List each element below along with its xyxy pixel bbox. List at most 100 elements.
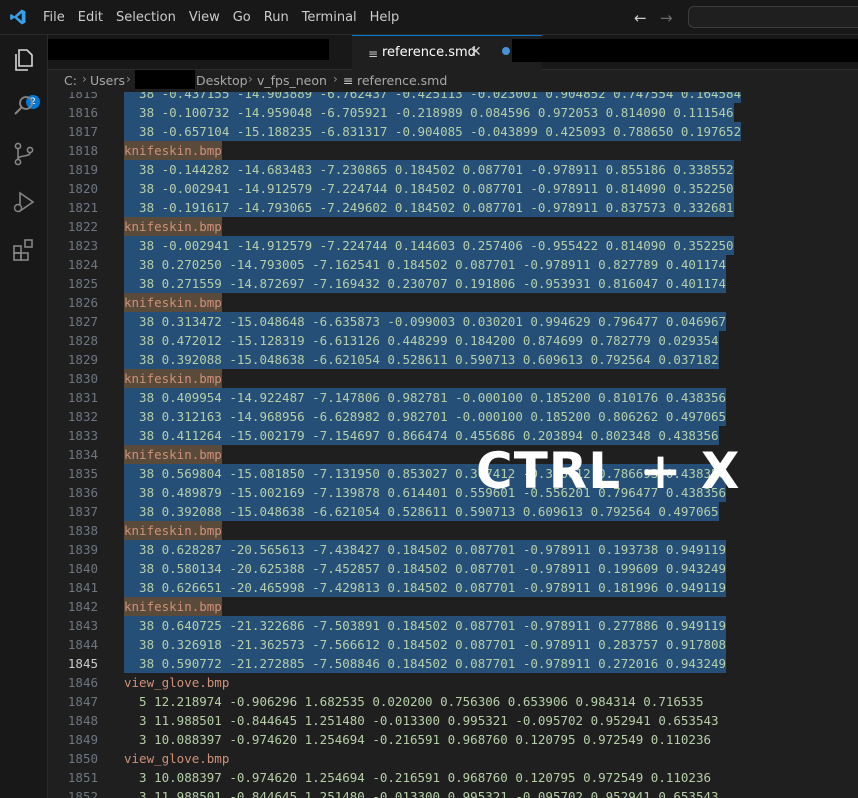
code-line[interactable]: 1850 view_glove.bmp	[48, 749, 858, 768]
code-line[interactable]: 1815 38 -0.437155 -14.903889 -6.762437 -…	[48, 92, 858, 103]
code-line[interactable]: 1823 38 -0.002941 -14.912579 -7.224744 0…	[48, 236, 858, 255]
code-text: 38 -0.144282 -14.683483 -7.230865 0.1845…	[124, 160, 734, 179]
source-control-icon[interactable]	[11, 141, 37, 167]
command-center-search[interactable]	[688, 6, 858, 28]
vscode-logo-icon	[10, 9, 26, 25]
menu-help[interactable]: Help	[370, 10, 400, 25]
back-arrow-icon[interactable]: ←	[634, 9, 647, 27]
breadcrumb-file[interactable]: reference.smd	[357, 73, 447, 88]
line-number: 1850	[67, 751, 98, 766]
code-line[interactable]: 1827 38 0.313472 -15.048648 -6.635873 -0…	[48, 312, 858, 331]
code-line[interactable]: 1820 38 -0.002941 -14.912579 -7.224744 0…	[48, 179, 858, 198]
code-text: 38 0.628287 -20.565613 -7.438427 0.18450…	[124, 540, 727, 559]
line-number: 1835	[67, 466, 98, 481]
code-line[interactable]: 1840 38 0.580134 -20.625388 -7.452857 0.…	[48, 559, 858, 578]
line-number: 1830	[67, 371, 98, 386]
code-line[interactable]: 1843 38 0.640725 -21.322686 -7.503891 0.…	[48, 616, 858, 635]
search-icon[interactable]	[11, 93, 37, 119]
code-text: view_glove.bmp	[124, 675, 230, 690]
line-number: 1832	[67, 409, 98, 424]
run-debug-icon[interactable]	[11, 189, 37, 215]
code-line[interactable]: 1825 38 0.271559 -14.872697 -7.169432 0.…	[48, 274, 858, 293]
line-number: 1818	[67, 143, 98, 158]
line-number: 1820	[67, 181, 98, 196]
code-line[interactable]: 1841 38 0.626651 -20.465998 -7.429813 0.…	[48, 578, 858, 597]
code-text: 38 0.313472 -15.048648 -6.635873 -0.0990…	[124, 312, 727, 331]
code-line[interactable]: 1848 3 11.988501 -0.844645 1.251480 -0.0…	[48, 711, 858, 730]
code-line[interactable]: 1824 38 0.270250 -14.793005 -7.162541 0.…	[48, 255, 858, 274]
line-number: 1824	[67, 257, 98, 272]
code-line[interactable]: 1849 3 10.088397 -0.974620 1.254694 -0.2…	[48, 730, 858, 749]
line-number: 1836	[67, 485, 98, 500]
line-number: 1831	[67, 390, 98, 405]
code-text: knifeskin.bmp	[124, 217, 222, 236]
menu-terminal[interactable]: Terminal	[302, 10, 357, 25]
tab-label: reference.smd	[382, 45, 476, 60]
line-number: 1823	[67, 238, 98, 253]
forward-arrow-icon[interactable]: →	[660, 9, 673, 27]
code-text: 38 0.590772 -21.272885 -7.508846 0.18450…	[124, 654, 727, 673]
line-number: 1816	[67, 105, 98, 120]
breadcrumb-desktop[interactable]: Desktop	[196, 73, 248, 88]
code-text: 38 -0.191617 -14.793065 -7.249602 0.1845…	[124, 198, 734, 217]
code-line[interactable]: 1851 3 10.088397 -0.974620 1.254694 -0.2…	[48, 768, 858, 787]
code-line[interactable]: 1839 38 0.628287 -20.565613 -7.438427 0.…	[48, 540, 858, 559]
code-editor[interactable]: 1815 38 -0.437155 -14.903889 -6.762437 -…	[48, 92, 858, 798]
code-line[interactable]: 1830 knifeskin.bmp	[48, 369, 858, 388]
code-line[interactable]: 1838 knifeskin.bmp	[48, 521, 858, 540]
activity-bar: 2	[0, 35, 48, 798]
code-line[interactable]: 1826 knifeskin.bmp	[48, 293, 858, 312]
code-line[interactable]: 1818 knifeskin.bmp	[48, 141, 858, 160]
menu-run[interactable]: Run	[264, 10, 289, 25]
line-number: 1821	[67, 200, 98, 215]
code-text: knifeskin.bmp	[124, 597, 222, 616]
menu-edit[interactable]: Edit	[78, 10, 103, 25]
breadcrumb-users[interactable]: Users	[90, 73, 125, 88]
code-line[interactable]: 1821 38 -0.191617 -14.793065 -7.249602 0…	[48, 198, 858, 217]
code-text: view_glove.bmp	[124, 751, 230, 766]
code-text: 38 0.626651 -20.465998 -7.429813 0.18450…	[124, 578, 727, 597]
code-line[interactable]: 1852 3 11.988501 -0.844645 1.251480 -0.0…	[48, 787, 858, 798]
code-line[interactable]: 1832 38 0.312163 -14.968956 -6.628982 0.…	[48, 407, 858, 426]
line-number: 1839	[67, 542, 98, 557]
line-number: 1846	[67, 675, 98, 690]
line-number: 1844	[67, 637, 98, 652]
code-text: 38 0.326918 -21.362573 -7.566612 0.18450…	[124, 635, 727, 654]
redacted-tab	[48, 39, 329, 60]
extensions-icon[interactable]	[11, 237, 37, 263]
code-line[interactable]: 1831 38 0.409954 -14.922487 -7.147806 0.…	[48, 388, 858, 407]
code-line[interactable]: 1822 knifeskin.bmp	[48, 217, 858, 236]
code-line[interactable]: 1842 knifeskin.bmp	[48, 597, 858, 616]
menu-bar: File Edit Selection View Go Run Terminal…	[43, 0, 412, 35]
code-line[interactable]: 1845 38 0.590772 -21.272885 -7.508846 0.…	[48, 654, 858, 673]
line-number: 1843	[67, 618, 98, 633]
code-line[interactable]: 1837 38 0.392088 -15.048638 -6.621054 0.…	[48, 502, 858, 521]
tab-bar: ≡ reference.smd ✕	[48, 35, 858, 70]
code-line[interactable]: 1847 5 12.218974 -0.906296 1.682535 0.02…	[48, 692, 858, 711]
menu-go[interactable]: Go	[233, 10, 251, 25]
menu-file[interactable]: File	[43, 10, 65, 25]
close-icon[interactable]: ✕	[470, 44, 482, 60]
explorer-icon[interactable]	[11, 47, 37, 73]
code-line[interactable]: 1816 38 -0.100732 -14.959048 -6.705921 -…	[48, 103, 858, 122]
breadcrumb-drive[interactable]: C:	[64, 73, 77, 88]
code-line[interactable]: 1846 view_glove.bmp	[48, 673, 858, 692]
chevron-right-icon: ›	[333, 72, 338, 86]
menu-selection[interactable]: Selection	[116, 10, 176, 25]
code-line[interactable]: 1844 38 0.326918 -21.362573 -7.566612 0.…	[48, 635, 858, 654]
chevron-right-icon: ›	[82, 72, 87, 86]
menu-view[interactable]: View	[189, 10, 220, 25]
code-text: knifeskin.bmp	[124, 445, 222, 464]
line-number: 1838	[67, 523, 98, 538]
code-line[interactable]: 1817 38 -0.657104 -15.188235 -6.831317 -…	[48, 122, 858, 141]
code-text: 38 0.409954 -14.922487 -7.147806 0.98278…	[124, 388, 727, 407]
code-text: 38 0.392088 -15.048638 -6.621054 0.52861…	[124, 502, 719, 521]
breadcrumb-folder[interactable]: v_fps_neon	[257, 73, 327, 88]
code-text: 3 11.988501 -0.844645 1.251480 -0.013300…	[124, 713, 719, 728]
line-number: 1842	[67, 599, 98, 614]
code-line[interactable]: 1819 38 -0.144282 -14.683483 -7.230865 0…	[48, 160, 858, 179]
code-line[interactable]: 1829 38 0.392088 -15.048638 -6.621054 0.…	[48, 350, 858, 369]
line-number: 1852	[67, 789, 98, 798]
code-line[interactable]: 1828 38 0.472012 -15.128319 -6.613126 0.…	[48, 331, 858, 350]
code-text: 38 0.640725 -21.322686 -7.503891 0.18450…	[124, 616, 727, 635]
